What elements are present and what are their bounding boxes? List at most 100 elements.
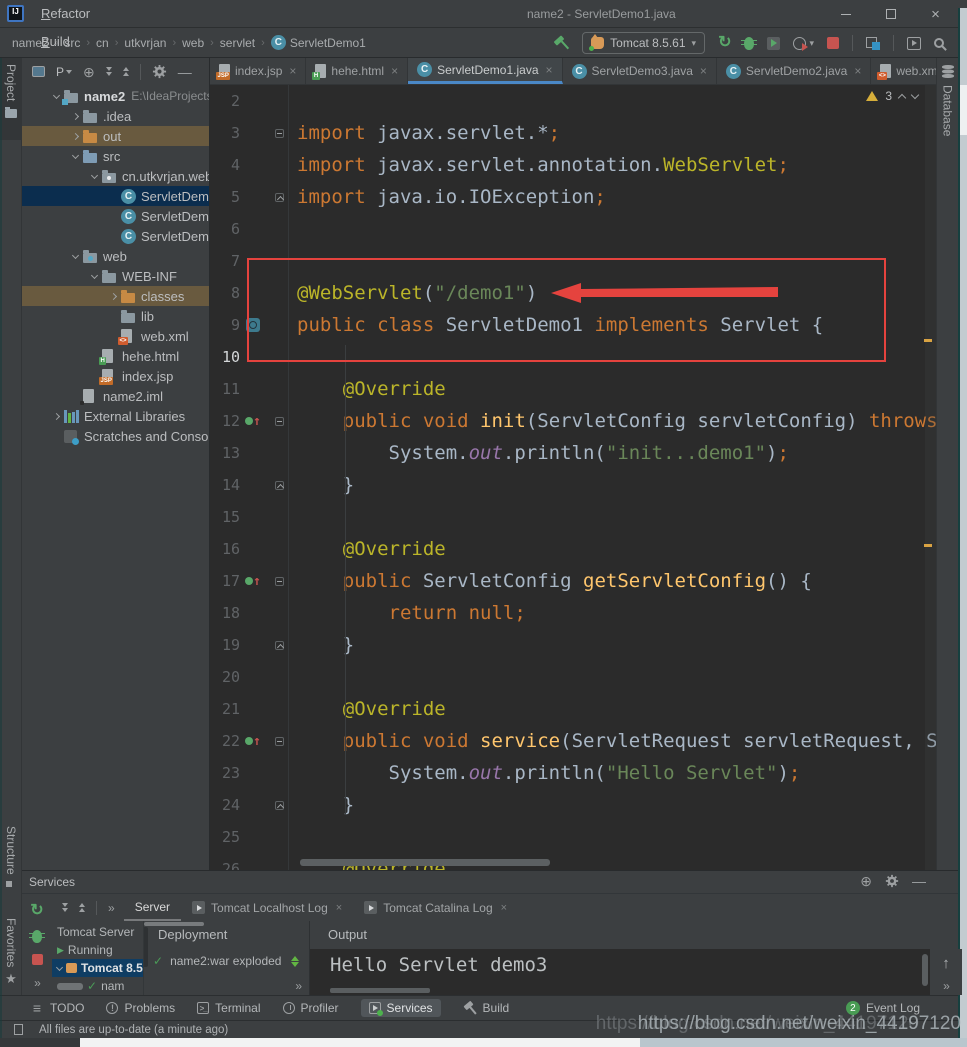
- fold-marker-icon[interactable]: [275, 129, 284, 138]
- tree-item-hehe-html[interactable]: Hhehe.html: [22, 346, 209, 366]
- services-tab-tomcat-catalina-log[interactable]: Tomcat Catalina Log×: [353, 894, 518, 921]
- hide-panel-icon[interactable]: —: [178, 64, 192, 80]
- close-button[interactable]: ×: [913, 0, 958, 28]
- scroll-to-top-icon[interactable]: ↑: [942, 955, 950, 972]
- tab-servletdemo2-java[interactable]: CServletDemo2.java×: [717, 58, 871, 84]
- hide-panel-icon[interactable]: —: [912, 873, 926, 889]
- close-icon[interactable]: ×: [546, 63, 553, 77]
- tool-window-stripe-favorites[interactable]: Favorites ★: [0, 918, 22, 987]
- fold-marker-icon[interactable]: [275, 193, 284, 202]
- toolwindow-button-terminal[interactable]: Terminal: [197, 1001, 260, 1015]
- services-tab-server[interactable]: Server: [124, 894, 181, 921]
- fold-marker-icon[interactable]: [275, 577, 284, 586]
- more-options-icon[interactable]: »: [295, 979, 301, 993]
- chevron-down-icon[interactable]: [90, 271, 97, 278]
- chevron-down-icon[interactable]: [52, 91, 59, 98]
- chevron-right-icon[interactable]: [71, 112, 78, 119]
- breadcrumb-cn[interactable]: cn: [96, 36, 109, 50]
- minimize-button[interactable]: [823, 0, 868, 28]
- code-editor[interactable]: 3 23import javax.servlet.*;4import javax…: [210, 85, 936, 870]
- gear-icon[interactable]: [152, 64, 167, 79]
- inspection-widget[interactable]: 3: [866, 89, 918, 103]
- chevron-down-icon[interactable]: [71, 151, 78, 158]
- maximize-button[interactable]: [868, 0, 913, 28]
- editor-scrollbar[interactable]: [925, 85, 936, 870]
- tree-item-scratches-and-consoles[interactable]: Scratches and Consoles: [22, 426, 209, 446]
- tree-item-name2[interactable]: name2E:\IdeaProjects\name2: [22, 86, 209, 106]
- fold-marker-icon[interactable]: [275, 417, 284, 426]
- editor-horizontal-scrollbar[interactable]: [300, 859, 550, 866]
- project-view-selector[interactable]: P: [56, 65, 72, 79]
- tool-window-stripe-structure[interactable]: Structure: [0, 826, 22, 891]
- toolwindow-button-problems[interactable]: Problems: [106, 1001, 175, 1015]
- warning-stripe-mark[interactable]: [924, 339, 932, 342]
- tree-item-index-jsp[interactable]: JSPindex.jsp: [22, 366, 209, 386]
- breadcrumb-src[interactable]: src: [64, 36, 80, 50]
- fold-marker-icon[interactable]: [275, 801, 284, 810]
- search-everywhere-button[interactable]: [934, 38, 944, 48]
- tree-item-web-inf[interactable]: WEB-INF: [22, 266, 209, 286]
- tree-item-external-libraries[interactable]: External Libraries: [22, 406, 209, 426]
- tree-item-lib[interactable]: lib: [22, 306, 209, 326]
- select-opened-file-icon[interactable]: ⊕: [83, 65, 95, 79]
- run-with-coverage-button[interactable]: [767, 37, 780, 50]
- fold-marker-icon[interactable]: [275, 641, 284, 650]
- tree-item-servletdemo1[interactable]: CServletDemo1: [22, 186, 209, 206]
- close-icon[interactable]: ×: [700, 64, 707, 78]
- override-gutter-icon[interactable]: [245, 575, 261, 588]
- toolwindow-button-profiler[interactable]: Profiler: [283, 1001, 339, 1015]
- toolwindow-button-build[interactable]: Build: [463, 1001, 510, 1015]
- fold-marker-icon[interactable]: [275, 481, 284, 490]
- expand-all-icon[interactable]: [62, 903, 68, 912]
- tree-item-tomcat-server[interactable]: Tomcat Server: [52, 923, 143, 941]
- stop-button[interactable]: [827, 37, 839, 49]
- tree-item-servletdemo2[interactable]: CServletDemo2: [22, 206, 209, 226]
- close-icon[interactable]: ×: [501, 902, 507, 914]
- override-gutter-icon[interactable]: [245, 735, 261, 748]
- debug-button[interactable]: [744, 37, 754, 50]
- tool-window-stripe-database[interactable]: Database: [941, 85, 955, 136]
- toolwindow-button-todo[interactable]: TODO: [30, 1001, 84, 1015]
- chevron-right-icon[interactable]: [109, 292, 116, 299]
- close-icon[interactable]: ×: [289, 64, 296, 78]
- chevron-down-icon[interactable]: [90, 171, 97, 178]
- menu-refactor[interactable]: Refactor: [32, 0, 101, 28]
- deployment-row[interactable]: ✓ name2:war exploded: [144, 949, 309, 973]
- toolwindow-button-services[interactable]: Services: [361, 999, 441, 1017]
- run-configuration-select[interactable]: Tomcat 8.5.61 ▾: [582, 32, 705, 54]
- tool-window-stripe-project[interactable]: Project: [0, 58, 22, 140]
- tool-window-button[interactable]: [907, 37, 921, 50]
- close-icon[interactable]: ×: [391, 64, 398, 78]
- tree-item-servletdemo3[interactable]: CServletDemo3: [22, 226, 209, 246]
- more-options-icon[interactable]: »: [943, 979, 949, 993]
- stop-server-button[interactable]: [32, 954, 43, 965]
- project-view-icon[interactable]: [32, 66, 45, 77]
- chevron-right-icon[interactable]: [52, 412, 59, 419]
- expand-all-icon[interactable]: [106, 67, 112, 76]
- tree-item-web[interactable]: web: [22, 246, 209, 266]
- breadcrumb-web[interactable]: web: [182, 36, 204, 50]
- chevron-right-icon[interactable]: [71, 132, 78, 139]
- tab-servletdemo3-java[interactable]: CServletDemo3.java×: [563, 58, 717, 84]
- tree-item-tomcat-node[interactable]: Tomcat 8.5: [52, 959, 143, 977]
- tab-hehe-html[interactable]: Hhehe.html×: [306, 58, 408, 84]
- breadcrumb-servletdemo1[interactable]: CServletDemo1: [271, 35, 366, 50]
- tree-item-cn-utkvrjan-web-servlet[interactable]: cn.utkvrjan.web.servlet: [22, 166, 209, 186]
- console-horizontal-scrollbar[interactable]: [330, 988, 430, 993]
- tree-item-src[interactable]: src: [22, 146, 209, 166]
- collapse-all-icon[interactable]: [123, 67, 129, 76]
- tree-item-out[interactable]: out: [22, 126, 209, 146]
- services-tab-tomcat-localhost-log[interactable]: Tomcat Localhost Log×: [181, 894, 353, 921]
- build-hammer-icon[interactable]: [554, 36, 569, 50]
- warning-stripe-mark[interactable]: [924, 544, 932, 547]
- console-scrollbar[interactable]: [922, 954, 928, 986]
- gear-icon[interactable]: [885, 874, 899, 888]
- column-resize-handle[interactable]: [144, 922, 204, 926]
- more-options-icon[interactable]: »: [108, 901, 114, 915]
- collapse-all-icon[interactable]: [79, 903, 85, 912]
- tree-item-idea[interactable]: .idea: [22, 106, 209, 126]
- rerun-server-button[interactable]: ↻: [30, 903, 43, 919]
- fold-marker-icon[interactable]: [275, 737, 284, 746]
- close-icon[interactable]: ×: [336, 902, 342, 914]
- tree-item-classes[interactable]: classes: [22, 286, 209, 306]
